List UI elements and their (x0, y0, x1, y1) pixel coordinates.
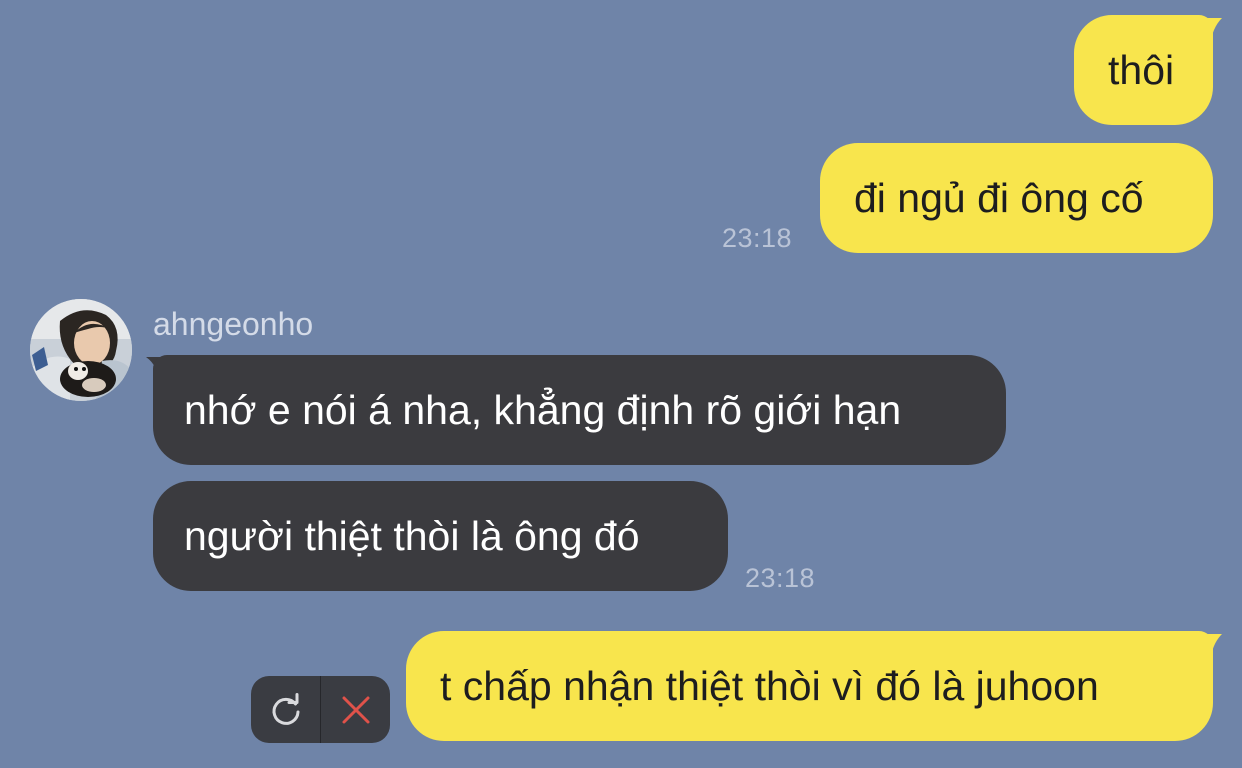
retry-button[interactable] (251, 676, 320, 743)
incoming-message-bubble[interactable]: người thiệt thòi là ông đó (153, 481, 728, 591)
failed-send-actions (251, 676, 390, 743)
refresh-icon (272, 692, 299, 725)
message-timestamp: 23:18 (722, 223, 793, 253)
close-icon (342, 696, 369, 723)
message-text: nhớ e nói á nha, khẳng định rõ giới hạn (184, 386, 902, 433)
message-text: t chấp nhận thiệt thòi vì đó là juhoon (440, 662, 1099, 709)
message-text: đi ngủ đi ông cố (854, 174, 1144, 221)
cancel-send-button[interactable] (321, 676, 390, 743)
message-text: thôi (1108, 46, 1175, 93)
outgoing-message-bubble[interactable]: đi ngủ đi ông cố (820, 143, 1213, 253)
bubble-tail (1196, 634, 1222, 662)
incoming-message-bubble[interactable]: nhớ e nói á nha, khẳng định rõ giới hạn (153, 355, 1006, 465)
outgoing-message-bubble[interactable]: thôi (1074, 15, 1213, 125)
message-timestamp: 23:18 (745, 563, 816, 593)
bubble-tail (1196, 18, 1222, 46)
outgoing-message-bubble[interactable]: t chấp nhận thiệt thòi vì đó là juhoon (406, 631, 1213, 741)
message-text: người thiệt thòi là ông đó (184, 512, 640, 559)
sender-name: ahngeonho (153, 306, 314, 342)
avatar-photo (30, 299, 132, 401)
avatar[interactable] (30, 299, 132, 401)
